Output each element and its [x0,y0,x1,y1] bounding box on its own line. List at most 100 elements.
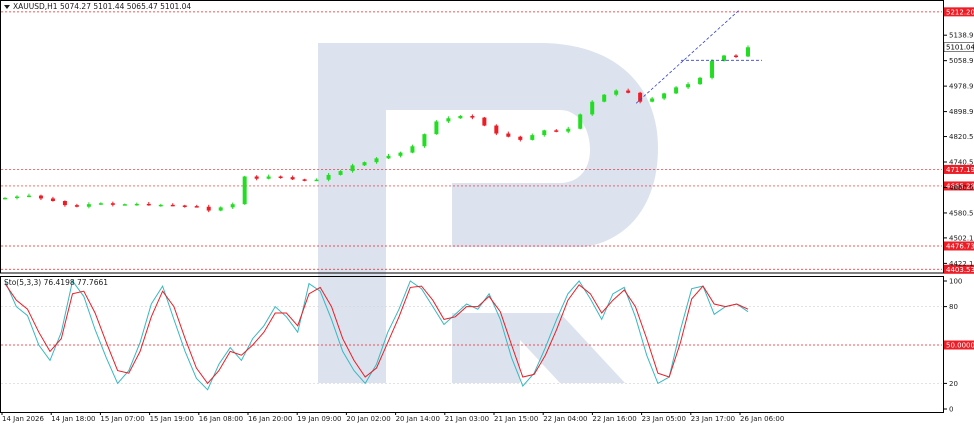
stochastic-tick-label: 20 [949,380,958,388]
candle-body [338,171,343,175]
stochastic-tick-label: 0 [949,406,953,414]
candle-body [74,205,79,207]
candle-body [458,116,463,119]
candle-body [98,203,103,205]
price-tick-label: 4820.50 [949,133,974,141]
chart-canvas[interactable]: 5212.204717.194665.284476.734403.535101.… [0,0,974,425]
candle-body [254,176,259,179]
time-tick-label: 14 Jan 18:00 [51,415,95,423]
candle-body [14,196,19,199]
time-tick-label: 16 Jan 08:00 [199,415,243,423]
price-level-label: 4476.73 [946,242,974,250]
candle-body [542,130,547,136]
time-tick-label: 14 Jan 2026 [2,415,45,423]
candle-body [266,176,271,179]
time-tick-label: 23 Jan 05:00 [642,415,686,423]
time-tick-label: 16 Jan 20:00 [248,415,292,423]
time-tick-label: 19 Jan 09:00 [297,415,341,423]
candle-body [122,204,127,206]
candle-body [110,203,115,205]
candle-body [230,204,235,208]
time-tick-label: 21 Jan 15:00 [494,415,538,423]
candle-body [590,101,595,115]
candle-body [554,130,559,132]
candle-body [146,203,151,206]
candle-body [566,128,571,132]
candle-body [50,198,55,202]
time-tick-label: 20 Jan 14:00 [396,415,440,423]
candle-body [350,165,355,172]
main-header: XAUUSD,H1 5074.27 5101.44 5065.47 5101.0… [4,2,191,11]
candle-body [578,114,583,129]
logo-leg [452,313,625,383]
price-level-label: 4717.19 [946,166,974,174]
price-axis: 5138.90 5058.90 4978.90 4898.90 4820.50 4740.… [944,32,974,268]
candle-body [398,152,403,156]
candle-body [290,177,295,180]
candle-body [182,205,187,207]
time-tick-label: 26 Jan 06:00 [740,415,784,423]
candle-body [218,207,223,211]
candle-body [410,146,415,153]
candle-body [326,174,331,180]
candle-body [38,195,43,199]
symbol-title: XAUUSD,H1 5074.27 5101.44 5065.47 5101.0… [13,2,191,11]
candle-body [470,116,475,118]
price-tick-label: 4898.90 [949,108,974,116]
price-tick-label: 5138.90 [949,32,974,40]
time-tick-label: 15 Jan 19:00 [150,415,194,423]
candle-body [422,134,427,147]
time-tick-label: 15 Jan 07:00 [100,415,144,423]
triangle-down-icon[interactable] [4,5,10,9]
price-tick-label: 4502.10 [949,234,974,242]
candle-body [302,179,307,181]
price-tick-label: 4978.90 [949,83,974,91]
time-tick-label: 21 Jan 03:00 [445,415,489,423]
projection-lines [635,9,762,104]
time-tick-label: 22 Jan 04:00 [543,415,587,423]
price-tick-label: 4580.50 [949,209,974,217]
candle-body [134,203,139,206]
stochastic-tick-label: 100 [949,278,962,286]
stochastic-tick-label: 80 [949,303,958,311]
candle-body [446,118,451,122]
candle-body [194,206,199,208]
candle-body [614,90,619,95]
candle-body [698,77,703,85]
candle-body [314,179,319,182]
candle-body [86,204,91,207]
time-tick-label: 23 Jan 17:00 [691,415,735,423]
time-axis: 14 Jan 2026 14 Jan 18:00 15 Jan 07:00 15 Ja… [1,412,784,423]
candle-body [518,136,523,140]
last-price-label: 5101.04 [946,44,974,52]
candle-body [170,204,175,207]
candle-body [3,197,7,200]
price-tick-label: 4422.10 [949,260,974,268]
candle-body [710,60,715,78]
price-tick-label: 4740.50 [949,159,974,167]
price-tick-label: 5058.90 [949,57,974,65]
candle-body [626,90,631,93]
candle-body [506,133,511,137]
candle-body [494,125,499,134]
time-tick-label: 20 Jan 02:00 [346,415,390,423]
r-logo-watermark [318,43,658,383]
stochastic-level-label: 50.0000 [946,342,974,350]
candle-body [362,162,367,166]
price-level-label: 5212.20 [946,8,974,16]
stochastic-title: Sto(5,3,3) 76.4198 77.7661 [4,278,108,287]
candle-body [206,206,211,211]
candle-body [530,135,535,140]
candle-body [638,92,643,102]
candle-body [746,47,750,57]
candle-body [242,176,247,205]
candle-body [386,155,391,159]
candle-body [674,87,679,94]
candle-body [158,204,163,207]
candle-body [650,98,655,102]
candle-body [26,195,31,198]
time-tick-label: 22 Jan 16:00 [592,415,636,423]
candle-body [62,201,67,206]
candle-body [602,94,607,102]
candle-body [278,176,283,178]
